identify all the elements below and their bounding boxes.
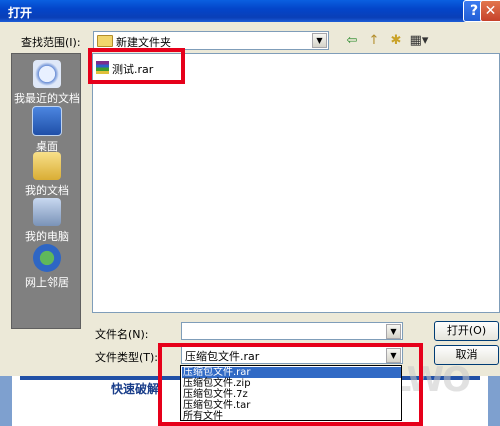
background-heading: 快速破解: [111, 382, 160, 396]
chevron-down-icon[interactable]: ▼: [386, 324, 401, 339]
window-title: 打开: [8, 6, 33, 20]
my-documents-icon: [33, 152, 61, 180]
new-folder-icon[interactable]: ✱: [386, 31, 406, 51]
file-name-combo[interactable]: ▼: [181, 322, 403, 340]
my-computer-icon: [33, 198, 61, 226]
place-label: 网上邻居: [25, 276, 69, 289]
place-network[interactable]: 网上邻居: [12, 244, 82, 290]
highlight-frame: [158, 343, 423, 426]
place-label: 我最近的文档: [14, 92, 80, 105]
place-desktop[interactable]: 桌面: [12, 106, 82, 154]
back-icon[interactable]: ⇦: [342, 31, 362, 51]
close-button[interactable]: ✕: [480, 0, 500, 22]
view-menu-icon[interactable]: ▦▾: [406, 31, 432, 51]
file-type-label: 文件类型(T):: [95, 351, 159, 364]
place-my-computer[interactable]: 我的电脑: [12, 198, 82, 244]
place-label: 我的电脑: [25, 230, 69, 243]
place-recent[interactable]: 我最近的文档: [12, 60, 82, 106]
background-window-border: [488, 376, 500, 426]
title-bar: 打开 ? ✕: [0, 0, 500, 22]
place-my-documents[interactable]: 我的文档: [12, 152, 82, 198]
place-label: 我的文档: [25, 184, 69, 197]
background-window-border: [0, 376, 12, 426]
file-name-label: 文件名(N):: [95, 328, 149, 341]
file-list[interactable]: 测试.rar: [92, 53, 500, 313]
chevron-down-icon[interactable]: ▼: [312, 33, 327, 48]
recent-documents-icon: [33, 60, 61, 88]
folder-icon: [97, 35, 113, 47]
highlight-frame: [88, 48, 185, 84]
look-in-label: 查找范围(I):: [21, 36, 81, 49]
open-button[interactable]: 打开(O): [434, 321, 499, 341]
desktop-icon: [32, 106, 62, 136]
places-bar: 我最近的文档 桌面 我的文档 我的电脑 网上邻居: [11, 53, 81, 329]
network-places-icon: [33, 244, 61, 272]
up-folder-icon[interactable]: ↑: [364, 31, 384, 51]
